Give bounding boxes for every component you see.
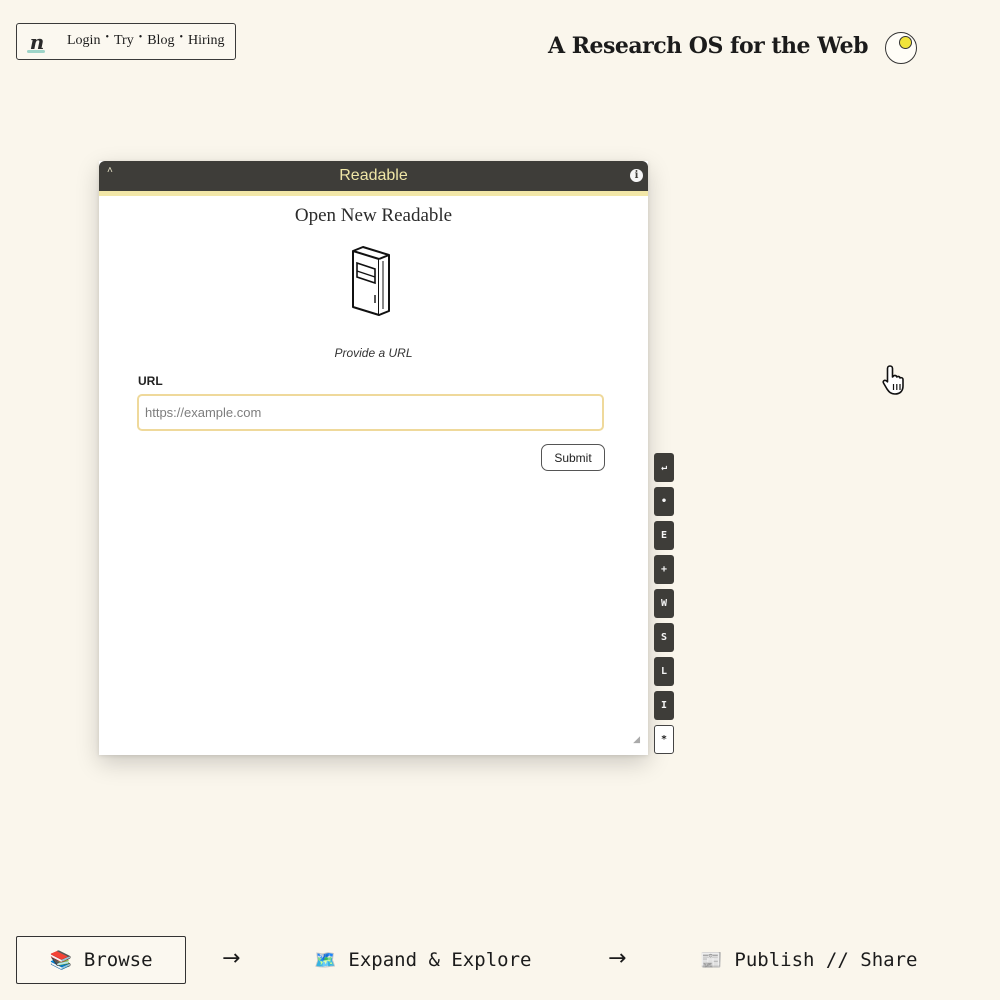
window-titlebar[interactable]: ˄ Readable i <box>99 161 648 196</box>
resize-handle-icon[interactable]: ◢ <box>633 734 640 745</box>
side-key-e[interactable]: E <box>654 521 674 550</box>
workflow-step-label: Expand & Explore <box>348 949 532 971</box>
logo-underline <box>27 50 45 53</box>
url-label: URL <box>138 374 163 388</box>
side-key-enter[interactable]: ↵ <box>654 453 674 482</box>
nav-hiring-link[interactable]: Hiring <box>188 33 225 49</box>
side-key-w[interactable]: W <box>654 589 674 618</box>
nav-try-link[interactable]: Try <box>114 33 134 49</box>
workflow-step-label: Publish // Share <box>734 949 918 971</box>
side-key-plus[interactable]: + <box>654 555 674 584</box>
site-title: A Research OS for the Web <box>548 33 869 59</box>
side-key-star[interactable]: * <box>654 725 674 754</box>
readable-window: ˄ Readable i Open New Readable Provide a… <box>99 161 648 755</box>
workflow-step-browse[interactable]: 📚 Browse <box>16 936 186 984</box>
side-key-s[interactable]: S <box>654 623 674 652</box>
nav-separator: • <box>105 32 109 43</box>
side-key-bar: ↵ • E + W S L I * <box>654 453 675 759</box>
window-title: Readable <box>339 167 408 184</box>
submit-button[interactable]: Submit <box>541 444 605 471</box>
workflow-arrow-icon: → <box>222 946 241 971</box>
window-heading: Open New Readable <box>294 205 453 226</box>
books-icon: 📚 <box>49 949 72 971</box>
side-key-i[interactable]: I <box>654 691 674 720</box>
nav-blog-link[interactable]: Blog <box>147 33 174 49</box>
url-input[interactable] <box>137 394 604 431</box>
workflow-step-publish[interactable]: 📰 Publish // Share <box>700 936 917 984</box>
side-key-l[interactable]: L <box>654 657 674 686</box>
book-icon <box>352 246 390 316</box>
nav-links: Login • Try • Blog • Hiring <box>67 32 225 49</box>
nav-separator: • <box>179 32 183 43</box>
newspaper-icon: 📰 <box>700 949 723 971</box>
info-icon[interactable]: i <box>630 169 643 182</box>
logo-letter: n <box>29 30 45 54</box>
sun-icon <box>899 36 912 49</box>
nav-separator: • <box>138 32 143 43</box>
map-icon: 🗺️ <box>314 949 337 971</box>
workflow-step-label: Browse <box>83 949 153 971</box>
logo-icon[interactable]: n <box>25 30 49 54</box>
provide-url-prompt: Provide a URL <box>334 346 413 360</box>
nav-login-link[interactable]: Login <box>67 33 100 49</box>
hand-pointer-icon <box>882 365 904 395</box>
workflow-step-explore[interactable]: 🗺️ Expand & Explore <box>314 936 531 984</box>
theme-toggle-button[interactable] <box>885 32 917 64</box>
top-nav: n Login • Try • Blog • Hiring <box>16 23 236 60</box>
workflow-arrow-icon: → <box>608 946 627 971</box>
side-key-bullet[interactable]: • <box>654 487 674 516</box>
